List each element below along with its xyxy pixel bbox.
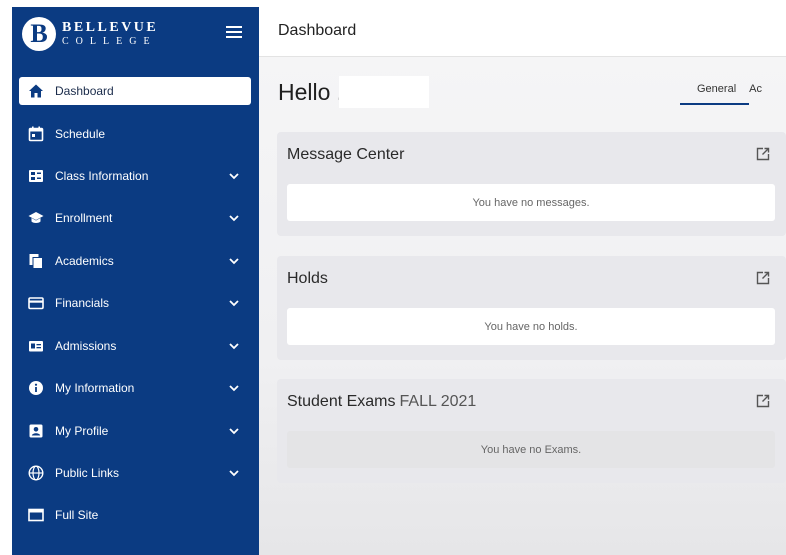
redacted-name [339,76,429,108]
card-title: Holds [287,270,328,287]
college-logo[interactable]: B BELLEVUE COLLEGE [22,14,158,54]
tab-academics[interactable]: Ac [749,83,775,105]
sidebar-item-enrollment[interactable]: Enrollment [19,204,251,232]
card-message: You have no messages. [287,184,775,221]
exams-term: FALL 2021 [399,393,477,410]
sidebar-item-label: Dashboard [55,84,114,98]
student-exams-card: Student Exams FALL 2021 You have no Exams… [277,379,786,483]
chevron-down-icon [229,343,239,350]
sidebar-item-my-profile[interactable]: My Profile [19,417,251,445]
chevron-down-icon [229,215,239,222]
sidebar-item-label: Class Information [55,169,149,183]
sidebar: B BELLEVUE COLLEGE Dashboard Schedule Cl… [12,7,259,555]
sidebar-item-financials[interactable]: Financials [19,289,251,317]
graduation-cap-icon [28,210,44,226]
class-info-icon [28,168,44,184]
chevron-down-icon [229,258,239,265]
dashboard-tabs: General Ac [680,83,775,105]
card-message: You have no Exams. [287,431,775,468]
logo-wordmark: BELLEVUE COLLEGE [62,21,158,47]
sidebar-item-label: Academics [55,254,114,268]
message-center-card: Message Center You have no messages. [277,132,786,236]
card-message: You have no holds. [287,308,775,345]
open-external-icon[interactable] [756,147,770,161]
menu-toggle-icon[interactable] [226,26,242,38]
tab-general[interactable]: General [680,83,750,105]
sidebar-item-dashboard[interactable]: Dashboard [19,77,251,105]
chevron-down-icon [229,385,239,392]
open-external-icon[interactable] [756,271,770,285]
credit-card-icon [28,295,44,311]
page-title: Dashboard [278,22,357,39]
sidebar-item-label: Financials [55,296,110,310]
chevron-down-icon [229,428,239,435]
calendar-icon [28,126,44,142]
logo-line1: BELLEVUE [62,20,159,35]
logo-line2: COLLEGE [62,36,157,47]
chevron-down-icon [229,173,239,180]
sidebar-item-label: Full Site [55,508,99,522]
sidebar-item-my-information[interactable]: My Information [19,374,251,402]
holds-card: Holds You have no holds. [277,256,786,360]
top-bar: Dashboard [259,7,786,57]
logo-mark: B [22,17,56,51]
exams-title: Student Exams [287,393,396,410]
window-icon [28,507,44,523]
card-title: Message Center [287,146,405,163]
sidebar-item-academics[interactable]: Academics [19,247,251,275]
dashboard-content: Hello . General Ac Message Center You ha… [259,57,786,555]
sidebar-item-label: My Information [55,381,135,395]
sidebar-item-label: Admissions [55,339,117,353]
greeting: Hello . [278,79,344,105]
profile-icon [28,423,44,439]
globe-icon [28,465,44,481]
card-title: Student Exams FALL 2021 [287,393,476,411]
sidebar-item-admissions[interactable]: Admissions [19,332,251,360]
sidebar-item-public-links[interactable]: Public Links [19,459,251,487]
sidebar-item-class-information[interactable]: Class Information [19,162,251,190]
chevron-down-icon [229,300,239,307]
open-external-icon[interactable] [756,394,770,408]
sidebar-item-full-site[interactable]: Full Site [19,501,251,529]
sidebar-item-label: Public Links [55,466,120,480]
home-icon [28,83,44,99]
id-card-icon [28,338,44,354]
sidebar-item-label: Schedule [55,127,106,141]
info-icon [28,380,44,396]
documents-icon [28,253,44,269]
chevron-down-icon [229,470,239,477]
sidebar-item-label: My Profile [55,424,109,438]
sidebar-item-schedule[interactable]: Schedule [19,120,251,148]
sidebar-item-label: Enrollment [55,211,113,225]
